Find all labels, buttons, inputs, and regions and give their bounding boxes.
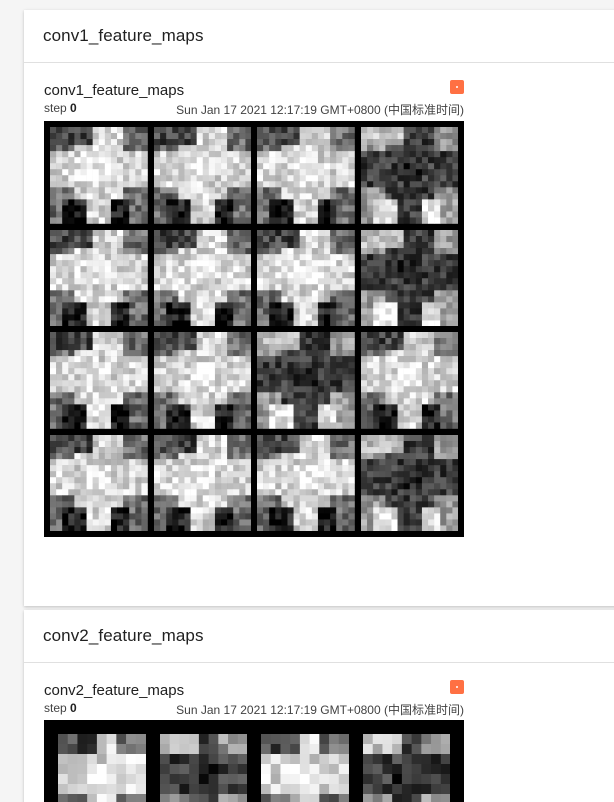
card-title: conv1_feature_maps [44,82,185,99]
feature-map-tile [257,434,355,531]
section-conv1-feature-maps: conv1_feature_maps conv1_feature_maps st… [24,10,614,606]
step-indicator: step 0 [44,701,77,718]
section-conv2-feature-maps: conv2_feature_maps conv2_feature_maps st… [24,610,614,802]
feature-map-image[interactable] [44,720,464,802]
step-value: 0 [70,101,77,115]
feature-map-tile [360,434,458,531]
step-label: step [44,101,67,115]
feature-map-tile [257,127,355,224]
step-label: step [44,701,67,715]
more-options-icon[interactable] [450,80,464,94]
card-title: conv2_feature_maps [44,682,185,699]
feature-map-tile [360,332,458,429]
feature-map-tile [50,229,148,326]
step-value: 0 [70,701,77,715]
feature-map-tile [360,127,458,224]
feature-map-tile [257,229,355,326]
feature-map-tile [362,734,450,802]
timestamp: Sun Jan 17 2021 12:17:19 GMT+0800 (中国标准时… [176,103,464,117]
feature-map-tile [261,734,349,802]
step-indicator: step 0 [44,101,77,118]
card-meta: step 0 Sun Jan 17 2021 12:17:19 GMT+0800… [44,701,464,718]
feature-map-tile [159,734,247,802]
tensorboard-images-page: conv1_feature_maps conv1_feature_maps st… [0,0,614,802]
more-options-icon[interactable] [450,680,464,694]
section-header[interactable]: conv2_feature_maps [24,610,614,663]
feature-map-image[interactable] [44,121,464,537]
feature-map-tile [58,734,146,802]
feature-map-tile [360,229,458,326]
feature-map-tile [153,229,251,326]
feature-map-tile [153,127,251,224]
timestamp: Sun Jan 17 2021 12:17:19 GMT+0800 (中国标准时… [176,703,464,717]
feature-map-tile [153,434,251,531]
section-title: conv1_feature_maps [43,26,204,45]
feature-map-tile [50,434,148,531]
card-header: conv1_feature_maps step 0 Sun Jan 17 202… [44,80,464,120]
feature-map-tile [50,127,148,224]
image-card: conv2_feature_maps step 0 Sun Jan 17 202… [44,680,464,802]
card-meta: step 0 Sun Jan 17 2021 12:17:19 GMT+0800… [44,101,464,118]
section-title: conv2_feature_maps [43,626,204,645]
image-card: conv1_feature_maps step 0 Sun Jan 17 202… [44,80,464,537]
feature-map-tile [50,332,148,429]
section-header[interactable]: conv1_feature_maps [24,10,614,63]
feature-map-tile [153,332,251,429]
feature-map-tile [257,332,355,429]
card-header: conv2_feature_maps step 0 Sun Jan 17 202… [44,680,464,720]
